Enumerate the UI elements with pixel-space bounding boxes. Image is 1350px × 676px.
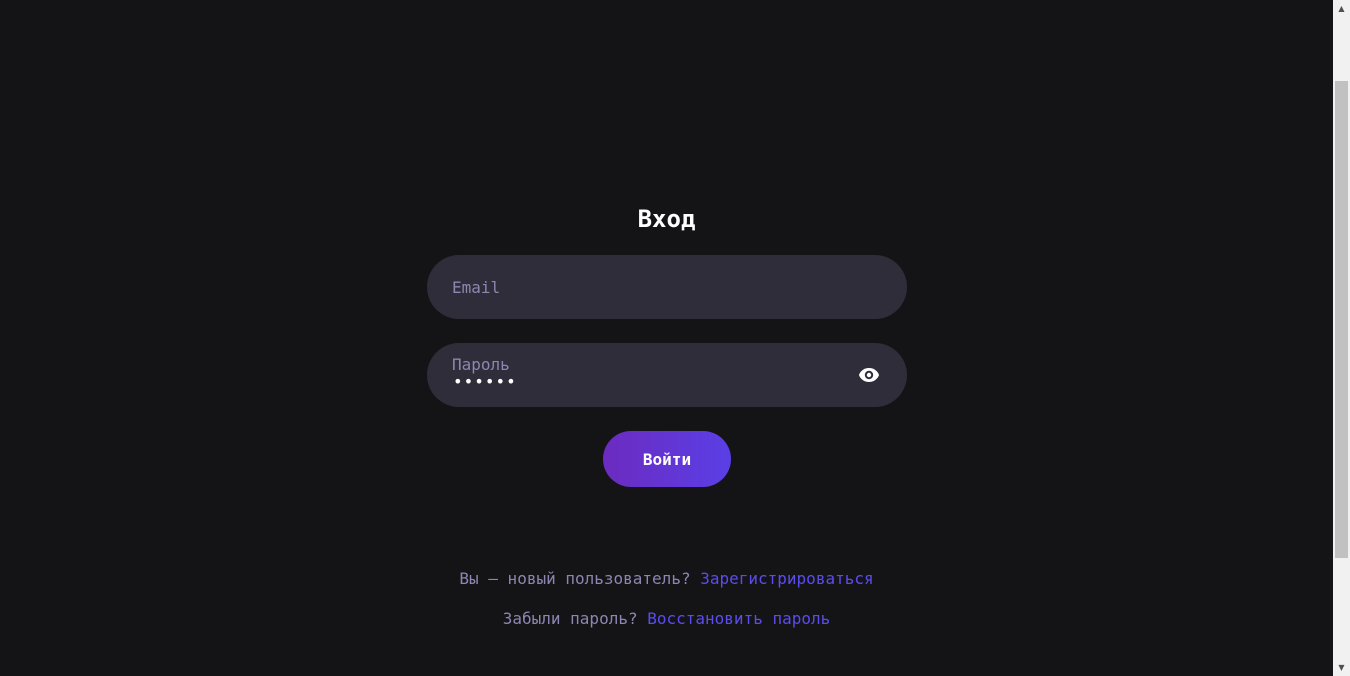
password-field[interactable]: Пароль •••••• — [427, 343, 907, 407]
scroll-up-button[interactable]: ▲ — [1333, 0, 1350, 17]
forgot-password-link[interactable]: Восстановить пароль — [647, 609, 830, 628]
scroll-thumb[interactable] — [1335, 81, 1348, 558]
forgot-line: Забыли пароль? Восстановить пароль — [0, 609, 1333, 629]
email-field[interactable] — [427, 255, 907, 319]
register-prompt: Вы — новый пользователь? — [459, 569, 701, 588]
eye-icon[interactable] — [857, 364, 881, 386]
page-scrollbar[interactable]: ▲ ▼ — [1333, 0, 1350, 676]
register-line: Вы — новый пользователь? Зарегистрироват… — [0, 569, 1333, 589]
register-link[interactable]: Зарегистрироваться — [700, 569, 873, 588]
login-button[interactable]: Войти — [603, 431, 731, 487]
login-page: Вход Пароль •••••• Войти Вы — новый поль… — [0, 0, 1333, 676]
password-value[interactable]: •••••• — [453, 374, 517, 390]
forgot-prompt: Забыли пароль? — [502, 609, 648, 628]
email-input[interactable] — [452, 255, 882, 319]
page-title: Вход — [637, 205, 696, 233]
scroll-down-button[interactable]: ▼ — [1333, 659, 1350, 676]
